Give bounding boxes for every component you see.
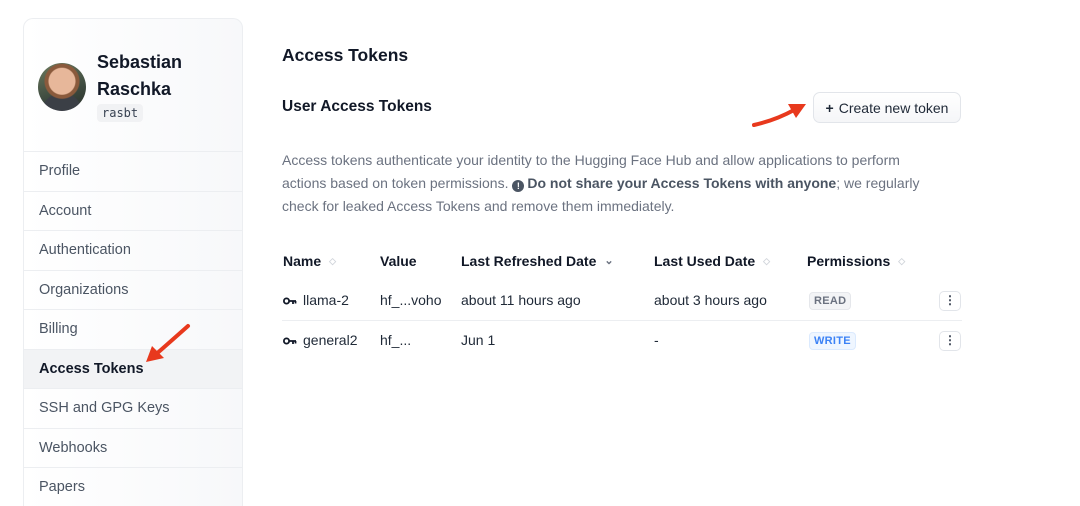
sidebar-item-webhooks[interactable]: Webhooks [24, 427, 242, 468]
sidebar-item-organizations[interactable]: Organizations [24, 269, 242, 310]
token-last-refreshed: Jun 1 [461, 332, 496, 348]
row-divider [282, 320, 962, 321]
main-content: Access Tokens User Access Tokens + Creat… [282, 0, 972, 506]
sort-icon: ◇ [763, 255, 771, 266]
column-header-last-used-label: Last Used Date [654, 253, 756, 269]
sidebar-item-papers[interactable]: Papers [24, 467, 242, 506]
user-name: Sebastian Raschka [97, 52, 183, 99]
token-name: general2 [303, 332, 358, 348]
token-last-used: about 3 hours ago [654, 292, 767, 308]
sidebar-item-account[interactable]: Account [24, 190, 242, 231]
token-actions-button[interactable]: ⋮ [939, 331, 961, 351]
annotation-arrow-sidebar [146, 324, 190, 362]
plus-icon: + [825, 99, 834, 116]
user-handle: rasbt [97, 104, 144, 122]
token-name-cell: llama-2 [283, 292, 349, 308]
token-name: llama-2 [303, 292, 349, 308]
permission-badge: READ [809, 292, 852, 310]
column-header-last-used[interactable]: Last Used Date ◇ [654, 253, 770, 269]
column-header-last-refreshed-label: Last Refreshed Date [461, 253, 597, 269]
sidebar-item-ssh-gpg-keys[interactable]: SSH and GPG Keys [24, 388, 242, 428]
column-header-value-label: Value [380, 253, 417, 269]
avatar[interactable] [38, 63, 86, 111]
column-header-name[interactable]: Name ◇ [283, 253, 336, 269]
create-new-token-label: Create new token [838, 99, 949, 116]
sidebar-item-access-tokens[interactable]: Access Tokens [24, 348, 242, 388]
token-last-refreshed: about 11 hours ago [461, 292, 581, 308]
column-header-permissions[interactable]: Permissions ◇ [807, 253, 905, 269]
tokens-description: Access tokens authenticate your identity… [282, 149, 942, 218]
sidebar-item-billing[interactable]: Billing [24, 309, 242, 349]
column-header-value: Value [380, 253, 417, 269]
more-vertical-icon: ⋮ [944, 293, 956, 307]
more-vertical-icon: ⋮ [944, 333, 956, 347]
token-last-used: - [654, 332, 659, 348]
settings-sidebar: Sebastian Raschka rasbt Profile Account … [23, 18, 243, 506]
page-title: Access Tokens [282, 45, 409, 65]
create-new-token-button[interactable]: + Create new token [813, 92, 961, 123]
settings-nav: Profile Account Authentication Organizat… [24, 151, 242, 506]
sidebar-item-authentication[interactable]: Authentication [24, 230, 242, 270]
token-name-cell: general2 [283, 332, 358, 348]
key-icon [283, 297, 297, 305]
column-header-name-label: Name [283, 253, 322, 269]
exclamation-circle-icon: ! [512, 180, 525, 192]
sidebar-item-profile[interactable]: Profile [24, 151, 242, 191]
token-value: hf_...voho [380, 292, 442, 308]
description-warning: Do not share your Access Tokens with any… [527, 175, 837, 191]
column-header-permissions-label: Permissions [807, 253, 891, 269]
permission-badge: WRITE [809, 332, 856, 350]
sort-descending-icon: ⌄ [604, 254, 614, 267]
column-header-last-refreshed[interactable]: Last Refreshed Date ⌄ [461, 253, 614, 269]
sort-icon: ◇ [898, 255, 906, 266]
token-value: hf_... [380, 332, 412, 348]
section-title: User Access Tokens [282, 98, 432, 115]
sort-icon: ◇ [329, 255, 337, 266]
key-icon [283, 337, 297, 345]
token-actions-button[interactable]: ⋮ [939, 291, 961, 311]
